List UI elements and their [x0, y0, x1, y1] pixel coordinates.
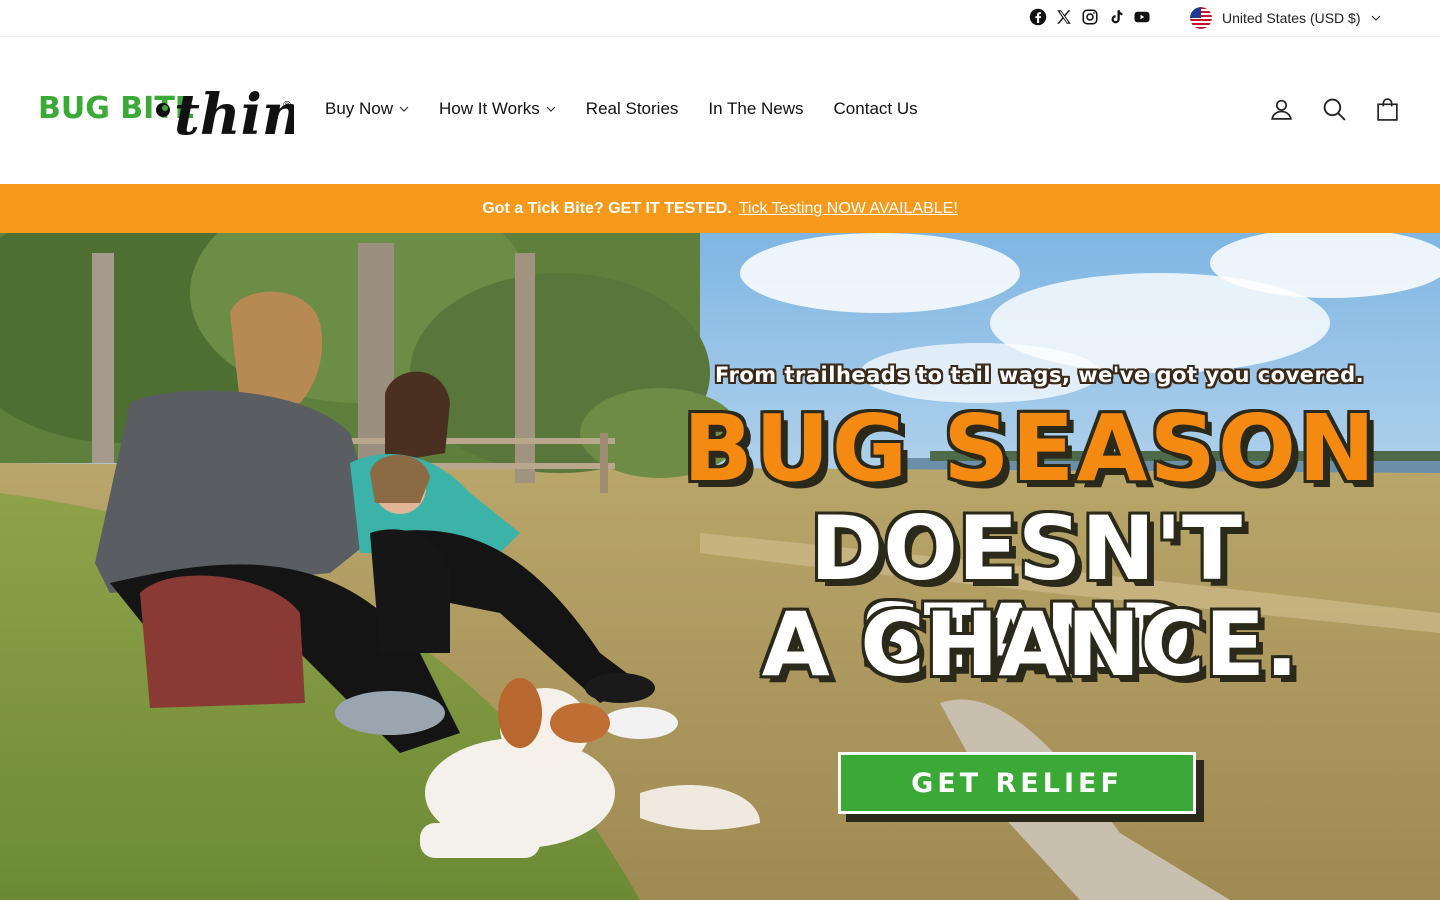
- social-links: [1029, 8, 1151, 26]
- hero-headline-line1: BUG SEASON: [682, 395, 1378, 502]
- nav-buy-now[interactable]: Buy Now: [325, 99, 409, 119]
- logo-mark: ®: [282, 100, 292, 111]
- x-icon[interactable]: [1055, 8, 1073, 26]
- hero-tagline: From trailheads to tail wags, we've got …: [715, 363, 1365, 387]
- tiktok-icon[interactable]: [1107, 8, 1125, 26]
- hero-banner: From trailheads to tail wags, we've got …: [0, 233, 1440, 900]
- chevron-down-icon: [546, 106, 556, 112]
- account-icon[interactable]: [1269, 97, 1294, 122]
- youtube-icon[interactable]: [1133, 8, 1151, 26]
- logo-text-right: thing: [174, 82, 294, 148]
- chevron-down-icon: [1371, 15, 1380, 21]
- cart-icon[interactable]: [1375, 97, 1400, 122]
- hero-headline-line3: A CHANCE.: [761, 593, 1299, 696]
- nav-real-stories[interactable]: Real Stories: [586, 99, 679, 119]
- search-icon[interactable]: [1322, 97, 1347, 122]
- logo-text-left: BUG BITE: [38, 91, 195, 126]
- nav-label: Contact Us: [833, 99, 918, 118]
- nav-label: In The News: [708, 99, 804, 118]
- tick-testing-link[interactable]: Tick Testing NOW AVAILABLE!: [739, 200, 958, 218]
- utility-bar: United States (USD $): [0, 0, 1440, 37]
- locale-label: United States (USD $): [1222, 10, 1361, 26]
- nav-label: Real Stories: [585, 99, 679, 118]
- nav-label: How It Works: [439, 99, 540, 118]
- us-flag-icon: [1190, 7, 1212, 29]
- get-relief-button[interactable]: GET RELIEF: [838, 752, 1196, 814]
- brand-logo[interactable]: BUG BITE thing ®: [38, 64, 294, 156]
- announcement-text: Got a Tick Bite? GET IT TESTED.: [482, 199, 732, 217]
- nav-how-it-works[interactable]: How It Works: [439, 99, 556, 119]
- facebook-icon[interactable]: [1029, 8, 1047, 26]
- instagram-icon[interactable]: [1081, 8, 1099, 26]
- site-header: BUG BITE thing ® Buy Now How It Works Re…: [0, 37, 1440, 184]
- chevron-down-icon: [399, 106, 409, 112]
- header-actions: [1269, 97, 1400, 122]
- nav-in-the-news[interactable]: In The News: [708, 99, 803, 119]
- announcement-bar: Got a Tick Bite? GET IT TESTED. Tick Tes…: [0, 184, 1440, 233]
- locale-selector[interactable]: United States (USD $): [1190, 7, 1381, 29]
- main-nav: Buy Now How It Works Real Stories In The…: [325, 99, 918, 119]
- nav-label: Buy Now: [325, 99, 394, 118]
- nav-contact-us[interactable]: Contact Us: [834, 99, 918, 119]
